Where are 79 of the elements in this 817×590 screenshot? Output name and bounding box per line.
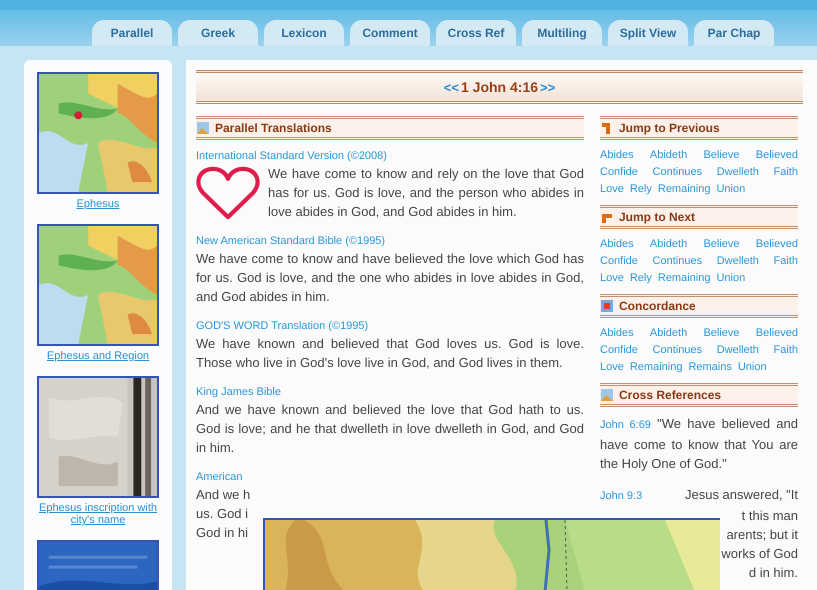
verse-text: And we have known and believed the love that God hath to us. God is love; and he that dwelleth in love dwelleth in God, and God in him.	[196, 401, 584, 457]
section-title: Jump to Next	[619, 210, 696, 224]
translation-link[interactable]: New American Standard Bible (©1995)	[196, 235, 584, 247]
translation-link[interactable]: King James Bible	[196, 386, 584, 398]
tab[interactable]: Multiling	[522, 20, 602, 46]
word-link[interactable]: Remaining	[630, 359, 682, 376]
cross-reference-text: d in him.	[748, 564, 798, 582]
verse-text: God in hi	[196, 524, 250, 542]
verse-text: And we h	[196, 486, 252, 504]
translation-link[interactable]: GOD'S WORD Translation (©1995)	[196, 320, 584, 332]
word-link[interactable]: Love	[600, 270, 624, 287]
tab[interactable]: Split View	[608, 20, 688, 46]
reference-link[interactable]: John 9:3	[600, 487, 642, 506]
word-link[interactable]: Dwelleth	[716, 164, 759, 181]
next-verse-link[interactable]: >>	[540, 80, 556, 94]
section-title: Concordance	[619, 299, 696, 313]
word-link[interactable]: Faith	[774, 342, 798, 359]
word-link[interactable]: Confide	[600, 342, 638, 359]
word-link[interactable]: Dwelleth	[716, 342, 759, 359]
cross-reference-text: Jesus answered, "It	[684, 486, 798, 504]
tab[interactable]: Par Chap	[694, 20, 774, 46]
word-link[interactable]: Believed	[756, 236, 798, 253]
translation-link[interactable]: American	[196, 471, 584, 483]
word-link[interactable]: Rely	[630, 270, 652, 287]
word-link[interactable]: Abideth	[650, 147, 688, 164]
word-link[interactable]: Remaining	[658, 270, 710, 287]
square-icon	[600, 299, 614, 313]
tab[interactable]: Comment	[350, 20, 430, 46]
previous-verse-link[interactable]: <<	[444, 80, 459, 94]
word-link[interactable]: Abides	[600, 236, 634, 253]
reference-link[interactable]: John 6:69	[600, 419, 651, 431]
word-link[interactable]: Union	[738, 359, 767, 376]
image-icon	[196, 121, 210, 135]
image-caption-link[interactable]: Ephesus	[38, 198, 158, 210]
translation-link[interactable]: International Standard Version (©2008)	[196, 150, 584, 162]
verse-text: We have known and believed that God loves us. God is love. Those who live in God's love live in God, and God lives in them.	[196, 335, 584, 372]
word-link[interactable]: Remaining	[658, 181, 710, 198]
section-title: Cross References	[619, 388, 722, 402]
word-link[interactable]: Faith	[774, 164, 798, 181]
word-link[interactable]: Remains	[688, 359, 732, 376]
word-link[interactable]: Confide	[600, 164, 638, 181]
word-link[interactable]: Union	[716, 270, 746, 287]
word-link[interactable]: Rely	[630, 181, 652, 198]
section-title: Parallel Translations	[215, 121, 332, 135]
word-link[interactable]: Believe	[703, 147, 740, 164]
word-link[interactable]: Union	[716, 181, 746, 198]
verse-text: We have come to know and rely on the love that God has for us. God is love, and the person who abides in love abides in God, and God abides in him.	[268, 165, 584, 221]
word-link[interactable]: Confide	[600, 253, 638, 270]
word-link[interactable]: Abides	[600, 325, 634, 342]
heart-icon	[196, 166, 260, 220]
word-link[interactable]: Faith	[774, 253, 798, 270]
verse-text: us. God i	[196, 505, 250, 523]
word-link[interactable]: Abideth	[650, 325, 688, 342]
cross-reference-text: arents; but it	[725, 526, 798, 544]
tab[interactable]: Parallel	[92, 20, 172, 46]
cross-reference-text: John 6:69 "We have believed and have come to know that You are the Holy One of God."	[600, 415, 798, 473]
word-link[interactable]: Abides	[600, 147, 634, 164]
verse-text: We have come to know and have believed the love which God has for us. God is love, and the one who abides in love abides in God, and God abides in him.	[196, 250, 584, 306]
word-link[interactable]: Continues	[652, 342, 702, 359]
word-link[interactable]: Believe	[703, 236, 740, 253]
word-link[interactable]: Abideth	[650, 236, 688, 253]
section-title: Jump to Previous	[619, 121, 720, 135]
word-link[interactable]: Believed	[756, 147, 798, 164]
word-link[interactable]: Believed	[756, 325, 798, 342]
verse-reference: 1 John 4:16	[460, 79, 538, 95]
tab[interactable]: Cross Ref	[436, 20, 516, 46]
image-icon	[600, 388, 614, 402]
image-caption-link[interactable]: Ephesus inscription with city's name	[38, 502, 158, 526]
word-link[interactable]: Continues	[652, 253, 702, 270]
word-link[interactable]: Love	[600, 181, 624, 198]
cross-reference-text: t this man	[740, 507, 798, 525]
tab[interactable]: Greek	[178, 20, 258, 46]
word-link[interactable]: Believe	[703, 325, 740, 342]
image-caption-link[interactable]: Ephesus and Region	[38, 350, 158, 362]
tab[interactable]: Lexicon	[264, 20, 344, 46]
cross-reference-text: works of God	[720, 545, 798, 563]
word-link[interactable]: Continues	[652, 164, 702, 181]
word-link[interactable]: Dwelleth	[716, 253, 759, 270]
word-link[interactable]: Love	[600, 359, 624, 376]
